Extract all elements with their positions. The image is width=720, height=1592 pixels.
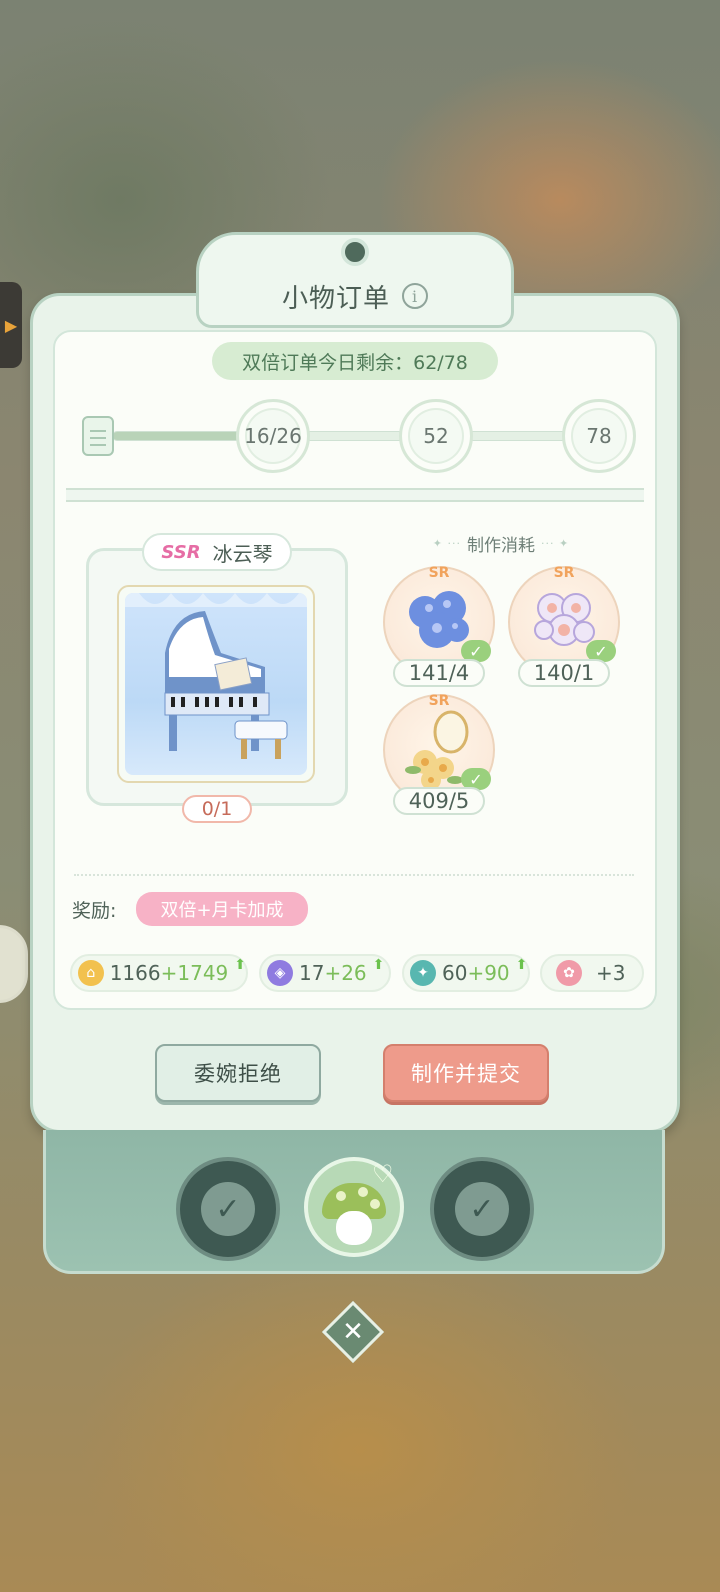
mushroom-face: [336, 1211, 372, 1245]
reward-exp-base: 60: [442, 961, 468, 985]
material-count-2: 140/1: [518, 659, 610, 687]
up-arrow-icon: ⬆: [234, 957, 246, 973]
coin-icon: ⌂: [78, 960, 104, 986]
material-count-1: 141/4: [393, 659, 485, 687]
milestone-3[interactable]: 78: [562, 399, 636, 473]
sr-rarity-badge: SR: [553, 565, 575, 581]
reward-gift-count: +3: [596, 961, 626, 985]
section-divider: [66, 488, 644, 502]
up-arrow-icon: ⬆: [372, 957, 385, 973]
sr-rarity-badge: SR: [428, 565, 450, 581]
reward-gem-base: 17: [299, 961, 325, 985]
order-slot-left[interactable]: ✓: [176, 1157, 280, 1261]
milestone-1[interactable]: 16/26: [236, 399, 310, 473]
side-bubble[interactable]: [0, 925, 28, 1003]
product-name: 冰云琴: [212, 541, 273, 566]
decline-button[interactable]: 委婉拒绝: [155, 1044, 321, 1102]
clipboard-icon: [82, 416, 114, 456]
exp-badge-icon: ✦: [410, 960, 436, 986]
make-and-submit-button[interactable]: 制作并提交: [383, 1044, 549, 1102]
reward-coin[interactable]: ⌂ 1166 +1749 ⬆: [70, 954, 248, 992]
reward-exp-bonus: +90: [467, 961, 510, 985]
double-order-banner: 双倍订单今日剩余：62/78: [212, 342, 498, 380]
materials-title: 制作消耗: [404, 530, 598, 556]
reward-gem-bonus: +26: [324, 961, 367, 985]
reward-exp[interactable]: ✦ 60 +90 ⬆: [402, 954, 530, 992]
progress-fill: [113, 432, 250, 440]
side-drawer-toggle[interactable]: ▶: [0, 282, 22, 368]
ice-piano-icon: [125, 593, 307, 775]
product-image[interactable]: [117, 585, 315, 783]
ssr-rarity-badge: SSR: [161, 541, 201, 563]
check-icon: ✓: [455, 1182, 509, 1236]
reward-bonus-tag: 双倍+月卡加成: [136, 892, 308, 926]
reward-gift[interactable]: ✿ +3: [540, 954, 644, 992]
heart-icon: ♡: [372, 1160, 394, 1188]
up-arrow-icon: ⬆: [515, 957, 528, 973]
reward-gem[interactable]: ◈ 17 +26 ⬆: [259, 954, 391, 992]
gift-icon: ✿: [556, 960, 582, 986]
close-icon[interactable]: ✕: [331, 1310, 375, 1354]
reward-coin-bonus: +1749: [160, 961, 229, 985]
order-slot-right[interactable]: ✓: [430, 1157, 534, 1261]
check-icon: ✓: [201, 1182, 255, 1236]
hanging-hole: [341, 238, 369, 266]
product-owned-count: 0/1: [182, 795, 252, 823]
milestone-2[interactable]: 52: [399, 399, 473, 473]
arrow-right-icon: ▶: [4, 315, 18, 335]
sr-rarity-badge: SR: [428, 693, 450, 709]
info-icon[interactable]: i: [402, 283, 428, 309]
material-count-3: 409/5: [393, 787, 485, 815]
reward-coin-base: 1166: [109, 961, 161, 985]
product-name-tag: SSR 冰云琴: [142, 533, 292, 571]
order-title: 小物订单: [281, 283, 390, 314]
reward-divider: [74, 874, 634, 876]
purple-gem-icon: ◈: [267, 960, 293, 986]
reward-label: 奖励:: [72, 900, 117, 922]
